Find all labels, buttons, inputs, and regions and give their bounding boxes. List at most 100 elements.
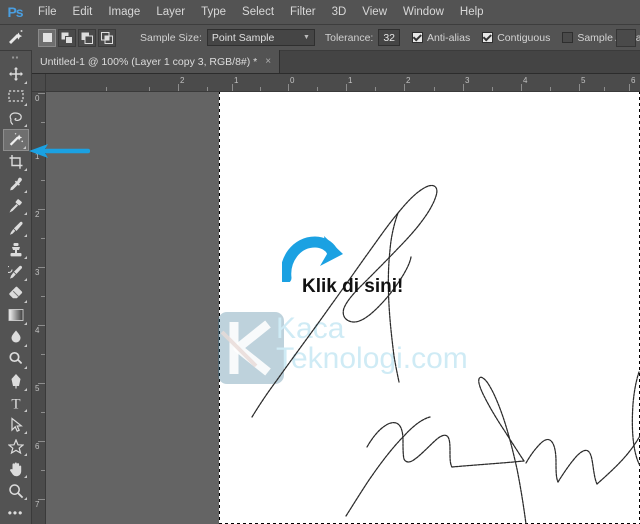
clone-stamp-tool[interactable] <box>3 239 29 260</box>
brush-tool[interactable] <box>3 217 29 238</box>
menu-item-view[interactable]: View <box>354 0 395 25</box>
selection-mode-group <box>38 28 116 47</box>
hand-tool[interactable] <box>3 458 29 479</box>
gradient-tool[interactable] <box>3 305 29 326</box>
select-subject-button[interactable] <box>616 28 636 47</box>
flyout-indicator-icon <box>23 80 27 84</box>
tolerance-input[interactable]: 32 <box>378 29 401 46</box>
blur-tool[interactable] <box>3 327 29 348</box>
magic-wand-tool-icon[interactable] <box>6 27 24 49</box>
contiguous-label: Contiguous <box>497 31 551 44</box>
dodge-tool[interactable] <box>3 349 29 370</box>
sample-size-select[interactable]: Point Sample ▼ <box>206 29 315 46</box>
magic-wand-tool[interactable] <box>2 129 29 151</box>
ruler-h-label: 1 <box>234 76 239 85</box>
rectangular-marquee-tool[interactable] <box>3 86 29 107</box>
ruler-h-label: 6 <box>631 76 636 85</box>
more-tools-icon: ••• <box>7 505 24 520</box>
ruler-corner[interactable] <box>32 74 46 92</box>
tools-panel: ▪▪ T ••• <box>0 51 32 524</box>
horizontal-ruler[interactable]: 2 1 0 1 2 3 4 5 6 <box>46 74 640 92</box>
flyout-indicator-icon <box>23 475 27 479</box>
anti-alias-label: Anti-alias <box>427 31 471 44</box>
flyout-indicator-icon <box>23 409 27 413</box>
anti-alias-checkbox-box <box>412 32 424 43</box>
intersect-with-selection-button[interactable] <box>98 28 116 47</box>
callout-text: Klik di sini! <box>302 276 404 297</box>
custom-shape-tool[interactable] <box>3 436 29 457</box>
contiguous-checkbox-box <box>482 32 494 43</box>
document-tab-title: Untitled-1 @ 100% (Layer 1 copy 3, RGB/8… <box>40 55 258 68</box>
menu-item-3d[interactable]: 3D <box>324 0 355 25</box>
history-brush-tool[interactable] <box>3 261 29 282</box>
menu-item-file[interactable]: File <box>30 0 65 25</box>
menu-item-window[interactable]: Window <box>395 0 452 25</box>
document-tab[interactable]: Untitled-1 @ 100% (Layer 1 copy 3, RGB/8… <box>32 50 281 73</box>
pen-tool[interactable] <box>3 371 29 392</box>
zoom-tool[interactable] <box>3 480 29 501</box>
sample-all-layers-checkbox-box <box>562 32 574 43</box>
eyedropper-tool[interactable] <box>3 173 29 194</box>
anti-alias-checkbox[interactable]: Anti-alias <box>412 32 470 44</box>
ruler-h-label: 5 <box>581 76 586 85</box>
flyout-indicator-icon <box>23 431 27 435</box>
tolerance-value: 32 <box>383 31 396 44</box>
ruler-v-label: 4 <box>35 326 40 335</box>
chevron-down-icon: ▼ <box>302 34 310 41</box>
canvas-workspace[interactable]: Kaca Teknologi.com Klik di sini! <box>46 92 640 524</box>
menu-item-edit[interactable]: Edit <box>65 0 101 25</box>
subtract-from-selection-button[interactable] <box>78 28 96 47</box>
flyout-indicator-icon <box>23 453 27 457</box>
menu-item-image[interactable]: Image <box>100 0 148 25</box>
tools-panel-grip[interactable]: ▪▪ <box>0 51 32 64</box>
ruler-v-label: 5 <box>35 384 40 393</box>
menu-item-type[interactable]: Type <box>193 0 234 25</box>
flyout-indicator-icon <box>23 277 27 281</box>
flyout-indicator-icon <box>23 365 27 369</box>
path-selection-tool[interactable] <box>3 414 29 435</box>
sample-size-label: Sample Size: <box>140 31 202 44</box>
photoshop-logo-icon: Ps <box>7 4 23 20</box>
curved-arrow-annotation <box>282 236 343 282</box>
eraser-tool[interactable] <box>3 283 29 304</box>
flyout-indicator-icon <box>23 102 27 106</box>
add-to-selection-button[interactable] <box>58 28 76 47</box>
new-selection-button[interactable] <box>38 28 56 47</box>
tolerance-label: Tolerance: <box>324 31 374 44</box>
flyout-indicator-icon <box>23 124 27 128</box>
spot-healing-brush-tool[interactable] <box>3 195 29 216</box>
photoshop-window: Ps File Edit Image Layer Type Select Fil… <box>0 0 640 524</box>
lasso-tool[interactable] <box>3 108 29 129</box>
ruler-v-label: 6 <box>35 442 40 451</box>
ruler-h-label: 2 <box>406 76 411 85</box>
ruler-h-label: 1 <box>348 76 353 85</box>
sample-size-value: Point Sample <box>211 31 275 44</box>
menu-item-layer[interactable]: Layer <box>148 0 193 25</box>
flyout-indicator-icon <box>23 212 27 216</box>
ruler-h-label: 0 <box>290 76 295 85</box>
menu-item-filter[interactable]: Filter <box>282 0 324 25</box>
crop-tool[interactable] <box>3 152 29 173</box>
document-tab-bar: Untitled-1 @ 100% (Layer 1 copy 3, RGB/8… <box>32 50 640 74</box>
ruler-v-label: 7 <box>35 500 40 509</box>
horizontal-type-tool[interactable]: T <box>3 393 29 414</box>
ruler-h-label: 2 <box>180 76 185 85</box>
edit-toolbar-button[interactable]: ••• <box>3 502 29 523</box>
menu-item-select[interactable]: Select <box>234 0 282 25</box>
document-canvas[interactable] <box>220 92 640 524</box>
ruler-v-label: 3 <box>35 268 40 277</box>
flyout-indicator-icon <box>22 145 26 149</box>
svg-text:T: T <box>11 396 20 411</box>
menu-bar: Ps File Edit Image Layer Type Select Fil… <box>0 0 640 25</box>
close-icon[interactable]: × <box>265 56 271 67</box>
flyout-indicator-icon <box>23 321 27 325</box>
menu-item-help[interactable]: Help <box>452 0 492 25</box>
ruler-h-label: 3 <box>465 76 470 85</box>
left-pointing-arrow-annotation <box>29 144 90 158</box>
ruler-v-label: 0 <box>35 94 40 103</box>
flyout-indicator-icon <box>23 168 27 172</box>
flyout-indicator-icon <box>23 299 27 303</box>
move-tool[interactable] <box>3 64 29 85</box>
contiguous-checkbox[interactable]: Contiguous <box>482 32 550 44</box>
flyout-indicator-icon <box>23 343 27 347</box>
